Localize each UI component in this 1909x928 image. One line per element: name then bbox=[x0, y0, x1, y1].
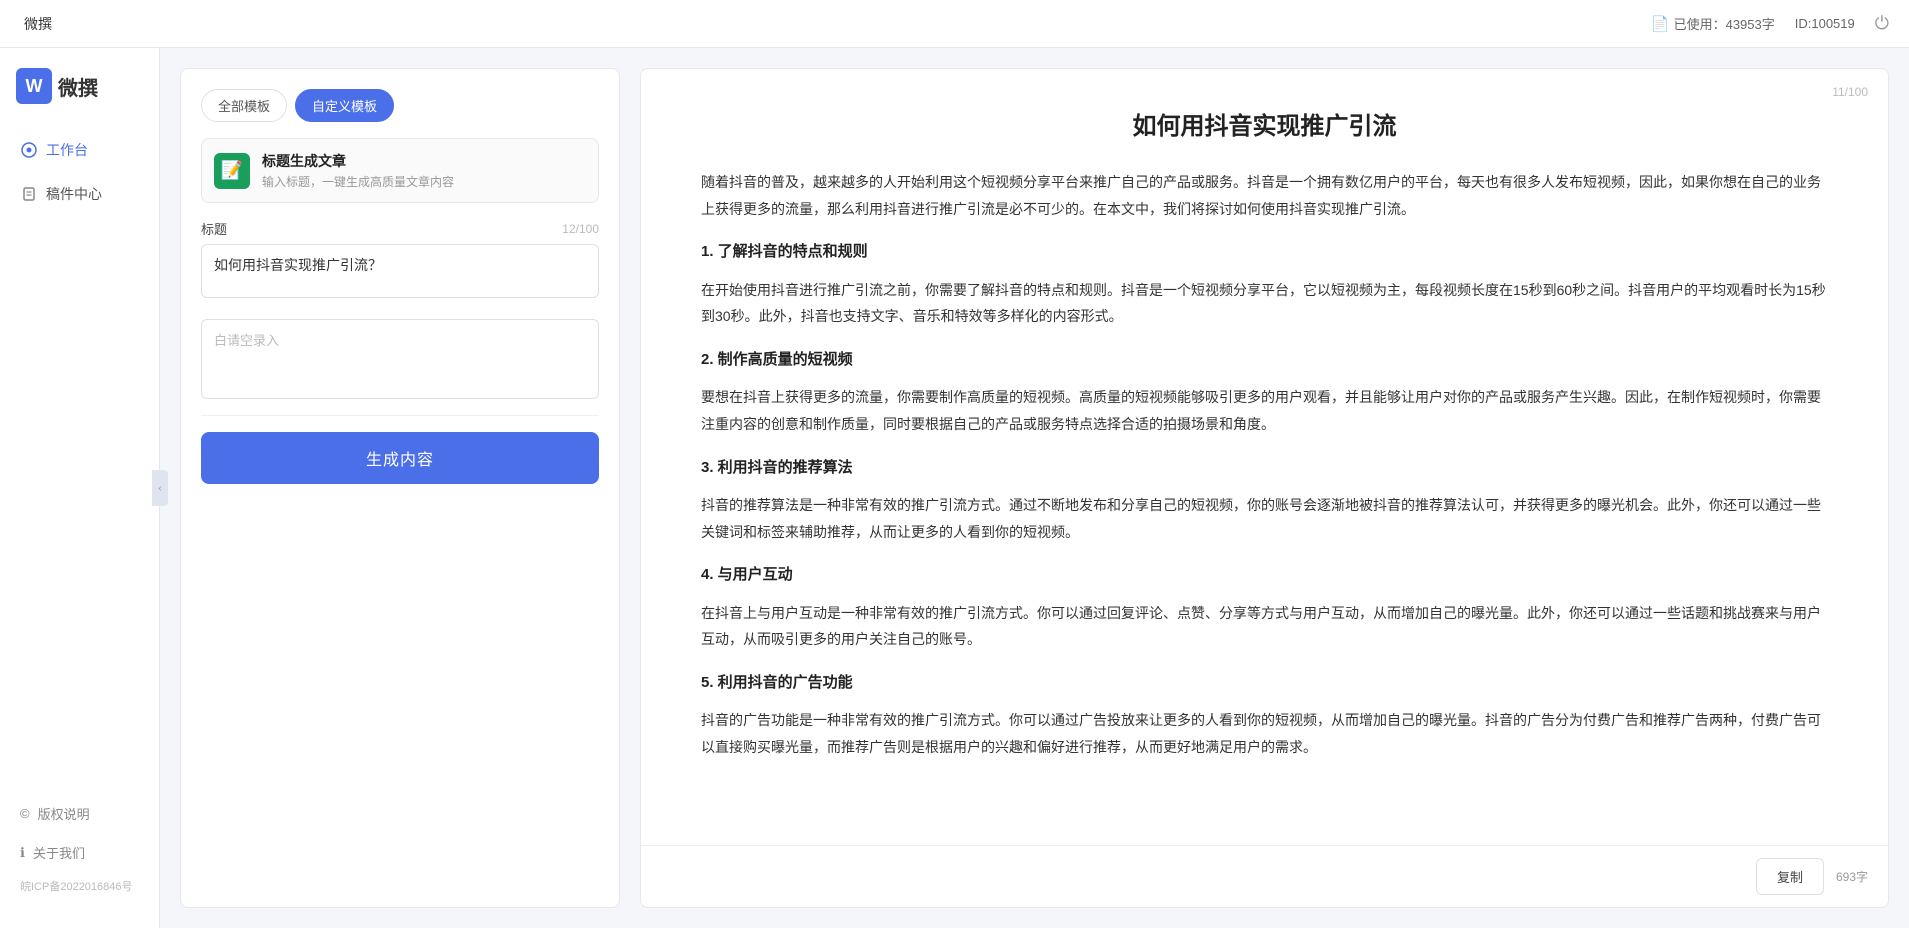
template-card[interactable]: 📝 标题生成文章 输入标题，一键生成高质量文章内容 bbox=[201, 138, 599, 203]
keywords-area[interactable]: 白请空录入 bbox=[201, 319, 599, 399]
article-content-area: 11/100 如何用抖音实现推广引流 随着抖音的普及，越来越多的人开始利用这个短… bbox=[641, 69, 1888, 845]
right-panel: 11/100 如何用抖音实现推广引流 随着抖音的普及，越来越多的人开始利用这个短… bbox=[640, 68, 1889, 908]
sidebar-item-label: 稿件中心 bbox=[46, 184, 102, 204]
sidebar-collapse-btn[interactable]: ‹ bbox=[152, 470, 168, 506]
template-title: 标题生成文章 bbox=[262, 151, 454, 171]
topbar-title: 微撰 bbox=[24, 14, 52, 34]
power-icon[interactable]: ⏻ bbox=[1875, 13, 1889, 34]
sidebar-item-label: 工作台 bbox=[46, 140, 88, 160]
title-input[interactable] bbox=[201, 244, 599, 298]
divider bbox=[201, 415, 599, 416]
template-info: 标题生成文章 输入标题，一键生成高质量文章内容 bbox=[262, 151, 454, 190]
document-green-icon: 📝 bbox=[214, 153, 250, 189]
tab-all-templates[interactable]: 全部模板 bbox=[201, 89, 287, 122]
icp-text: 皖ICP备2022016846号 bbox=[0, 872, 159, 900]
title-field-group: 标题 12/100 bbox=[201, 219, 599, 303]
right-panel-footer: 复制 693字 bbox=[641, 845, 1888, 907]
topbar: 微撰 📄 已使用：43953字 ID:100519 ⏻ bbox=[0, 0, 1909, 48]
home-icon bbox=[20, 141, 38, 159]
sidebar-nav: 工作台 稿件中心 bbox=[0, 128, 159, 786]
logo-icon: W bbox=[16, 68, 52, 104]
logo-text: 微撰 bbox=[58, 72, 98, 101]
file-icon bbox=[20, 185, 38, 203]
sidebar-logo: W 微撰 bbox=[0, 68, 159, 128]
sidebar-item-manuscripts[interactable]: 稿件中心 bbox=[0, 172, 159, 216]
sidebar-bottom: © 版权说明 ℹ 关于我们 皖ICP备2022016846号 bbox=[0, 786, 159, 908]
info-icon: ℹ bbox=[20, 845, 25, 861]
title-field-label: 标题 bbox=[201, 219, 227, 238]
keywords-placeholder: 白请空录入 bbox=[214, 333, 279, 348]
sidebar-item-copyright[interactable]: © 版权说明 bbox=[0, 794, 159, 833]
tab-custom-templates[interactable]: 自定义模板 bbox=[295, 89, 394, 122]
left-panel: 全部模板 自定义模板 📝 标题生成文章 输入标题，一键生成高质量文章内容 标题 … bbox=[180, 68, 620, 908]
sidebar-item-workbench[interactable]: 工作台 bbox=[0, 128, 159, 172]
generate-btn[interactable]: 生成内容 bbox=[201, 432, 599, 484]
title-field-count: 12/100 bbox=[562, 222, 599, 236]
topbar-id: ID:100519 bbox=[1795, 16, 1855, 31]
sidebar-item-about[interactable]: ℹ 关于我们 bbox=[0, 833, 159, 872]
template-tabs: 全部模板 自定义模板 bbox=[201, 89, 599, 122]
document-icon: 📄 bbox=[1651, 15, 1670, 33]
article-title: 如何用抖音实现推广引流 bbox=[701, 109, 1828, 145]
copy-btn[interactable]: 复制 bbox=[1756, 858, 1824, 895]
topbar-usage: 📄 已使用：43953字 bbox=[1651, 14, 1775, 33]
page-counter: 11/100 bbox=[1832, 85, 1868, 99]
copyright-icon: © bbox=[20, 806, 30, 821]
template-desc: 输入标题，一键生成高质量文章内容 bbox=[262, 173, 454, 190]
article-body: 随着抖音的普及，越来越多的人开始利用这个短视频分享平台来推广自己的产品或服务。抖… bbox=[701, 169, 1828, 761]
word-count: 693字 bbox=[1836, 868, 1868, 885]
